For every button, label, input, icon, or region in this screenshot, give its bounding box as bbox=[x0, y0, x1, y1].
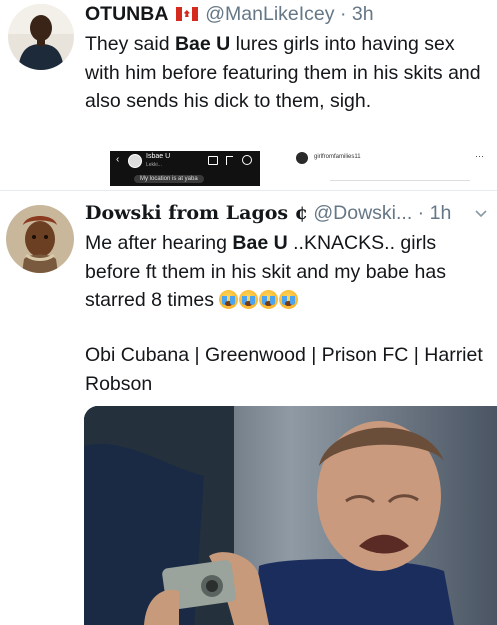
camera-icon bbox=[208, 156, 218, 165]
tweet-text-part: They said bbox=[85, 33, 175, 55]
avatar-image bbox=[6, 205, 74, 273]
back-arrow-icon: ‹ bbox=[116, 154, 120, 165]
display-name[interactable]: Dowski from Lagos ¢ bbox=[85, 202, 308, 224]
flag-icon bbox=[226, 156, 233, 165]
location-bubble: My location is at yaba bbox=[134, 175, 204, 183]
more-options-icon: ··· bbox=[475, 151, 484, 161]
timestamp[interactable]: 1h bbox=[430, 202, 452, 224]
chevron-down-icon[interactable] bbox=[474, 207, 488, 221]
story-avatar bbox=[128, 154, 142, 168]
separator-dot: · bbox=[417, 202, 425, 224]
embedded-post-screenshot[interactable]: girlfromfamilies11 ··· bbox=[290, 147, 490, 187]
crying-man-photo bbox=[84, 406, 497, 625]
handle[interactable]: @Dowski... bbox=[313, 202, 412, 224]
crying-face-emoji bbox=[259, 290, 279, 309]
tweet-header: OTUNBA @ManLikeIcey · 3h bbox=[85, 2, 374, 26]
story-username: Isbae U bbox=[146, 153, 171, 160]
avatar[interactable] bbox=[8, 4, 74, 70]
crying-face-emoji bbox=[279, 290, 299, 309]
story-subtitle: Lekki... bbox=[146, 162, 162, 168]
info-icon bbox=[242, 155, 252, 165]
tweet-text-part: Me after hearing bbox=[85, 232, 233, 254]
avatar[interactable] bbox=[6, 205, 74, 273]
emoji-group bbox=[219, 289, 299, 311]
tweet-text-bold: Bae U bbox=[232, 232, 288, 254]
display-name[interactable]: OTUNBA bbox=[85, 3, 168, 25]
tweet-dowski[interactable]: Dowski from Lagos ¢ @Dowski... · 1h Me a… bbox=[0, 191, 497, 625]
tweet-otunba[interactable]: OTUNBA @ManLikeIcey · 3h They said Bae U… bbox=[0, 0, 497, 190]
tweet-text: Me after hearing Bae U ..KNACKS.. girls … bbox=[85, 229, 495, 315]
tweet-text-bold: Bae U bbox=[174, 33, 231, 55]
timestamp[interactable]: 3h bbox=[352, 3, 374, 25]
tweet-text: They said Bae U lures girls into having … bbox=[85, 30, 485, 116]
post-username: girlfromfamilies11 bbox=[314, 154, 361, 160]
canada-flag-icon bbox=[175, 7, 198, 21]
embedded-story-screenshot[interactable]: ‹ Isbae U Lekki... My location is at yab… bbox=[110, 151, 260, 186]
handle[interactable]: @ManLikeIcey bbox=[205, 3, 334, 25]
tweet-header: Dowski from Lagos ¢ @Dowski... · 1h bbox=[85, 201, 451, 225]
post-divider bbox=[330, 180, 470, 181]
avatar-image bbox=[8, 4, 74, 70]
crying-face-emoji bbox=[219, 290, 239, 309]
crying-face-emoji bbox=[239, 290, 259, 309]
post-avatar bbox=[296, 152, 308, 164]
tweet-media-image[interactable] bbox=[84, 406, 497, 625]
tweet-tags: Obi Cubana | Greenwood | Prison FC | Har… bbox=[85, 344, 483, 395]
separator-dot: · bbox=[339, 3, 347, 25]
